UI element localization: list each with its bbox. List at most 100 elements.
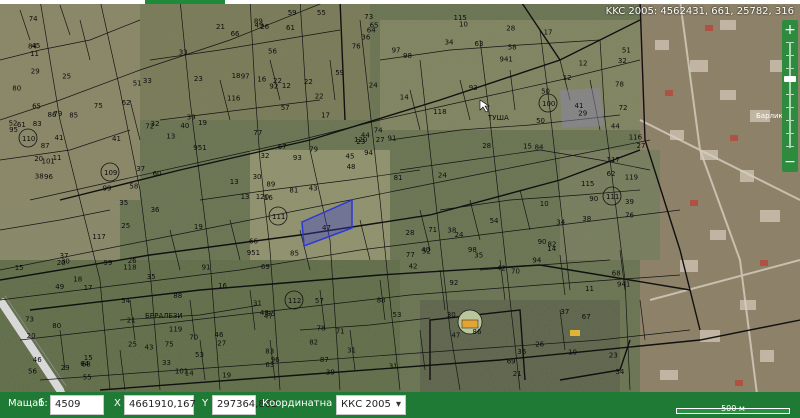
parcel-number: 49 [255, 21, 264, 29]
parcel-number: 50 [541, 87, 550, 95]
coordinate-readout: KKC 2005: 4562431, 661, 25782, 316 [605, 6, 794, 17]
parcel-number: 118 [433, 108, 446, 116]
parcel-number: 117 [92, 233, 105, 241]
parcel-number: 17 [321, 112, 330, 120]
parcel-number: 71 [428, 226, 437, 234]
parcel-number: 26 [535, 340, 544, 348]
parcel-number: 941 [500, 56, 513, 64]
zone-label: 110 [22, 135, 35, 143]
parcel-number: 36 [517, 348, 526, 356]
parcel-number: 17 [544, 28, 553, 36]
parcel-number: 72 [619, 104, 628, 112]
parcel-number: 84 [535, 143, 544, 151]
parcel-number: 24 [369, 81, 378, 89]
parcel-number: 18 [73, 275, 82, 283]
zoom-in-button[interactable]: + [782, 22, 798, 38]
zoom-out-button[interactable]: − [782, 154, 798, 170]
parcel-number: 17 [84, 284, 93, 292]
zone-label: 111 [272, 213, 285, 221]
parcel-number: 74 [374, 127, 383, 135]
cadastral-map[interactable]: 110 109 111 112 111 100 47 ТУША БЕРАЛЕЗИ… [0, 0, 800, 418]
y-label: Y [202, 398, 209, 409]
parcel-number: 41 [112, 135, 121, 143]
coord-system-select[interactable]: ККС 2005 ▾ [336, 395, 406, 415]
parcel-number: 21 [513, 370, 522, 378]
parcel-number: 14 [400, 93, 409, 101]
parcel-number: 69 [261, 263, 270, 271]
parcel-number: 56 [28, 367, 37, 375]
parcel-number: 60 [153, 170, 162, 178]
parcel-number: 39 [187, 114, 196, 122]
parcel-number: 25 [62, 72, 71, 80]
parcel-number: 46 [33, 356, 42, 364]
chevron-down-icon: ▾ [395, 399, 401, 410]
parcel-number: 18 [232, 72, 241, 80]
parcel-number: 54 [490, 217, 499, 225]
parcel-number: 58 [129, 183, 138, 191]
parcel-number: 28 [406, 229, 415, 237]
parcel-number: 96 [44, 173, 53, 181]
parcel-number: 63 [475, 40, 484, 48]
parcel-number: 87 [320, 356, 329, 364]
parcel-number: 45 [346, 153, 355, 161]
parcel-number: 49 [55, 283, 64, 291]
parcel-number: 61 [17, 121, 26, 129]
parcel-number: 78 [317, 325, 326, 333]
parcel-number: 28 [506, 24, 515, 32]
parcel-number: 33 [179, 48, 188, 56]
parcel-number: 51 [622, 47, 631, 55]
zoom-slider-handle[interactable] [784, 76, 796, 83]
parcel-number: 80 [12, 85, 21, 93]
parcel-number: 57 [281, 104, 290, 112]
scale-bar-label: 500 м [721, 404, 745, 413]
y-coordinate-input[interactable]: 297364,862 [212, 395, 277, 415]
parcel-number: 90 [589, 195, 598, 203]
zone-label: 112 [288, 297, 301, 305]
parcel-number: 67 [582, 313, 591, 321]
parcel-number: 41 [55, 134, 64, 142]
parcel-number: 97 [392, 47, 401, 55]
parcel-number: 22 [304, 78, 313, 86]
parcel-number: 16 [218, 282, 227, 290]
parcel-number: 54 [121, 297, 130, 305]
parcel-number: 36 [361, 34, 370, 42]
parcel-number: 73 [364, 13, 373, 21]
scale-input[interactable]: 4509 [50, 395, 104, 415]
parcel-number: 73 [25, 316, 34, 324]
x-coordinate-input[interactable]: 4661910,167 [124, 395, 196, 415]
parcel-number: 75 [94, 102, 103, 110]
parcel-number: 91 [388, 134, 397, 142]
parcel-number: 20 [34, 155, 43, 163]
parcel-number: 10 [568, 348, 577, 356]
parcel-number: 44 [611, 123, 620, 131]
parcel-number: 27 [217, 340, 226, 348]
region-label-beralezi: БЕРАЛЕЗИ [145, 312, 183, 320]
zoom-track[interactable] [789, 42, 791, 148]
parcel-number: 22 [315, 93, 324, 101]
parcel-number: 74 [29, 15, 38, 23]
parcel-number: 119 [625, 173, 638, 181]
parcel-number: 116 [227, 95, 241, 103]
parcel-number: 55 [317, 9, 326, 17]
zoom-control[interactable]: + − [782, 20, 798, 172]
parcel-number: 34 [556, 219, 565, 227]
parcel-number: 29 [578, 110, 587, 118]
parcel-number: 58 [508, 43, 517, 51]
parcel-number: 47 [451, 332, 460, 340]
parcel-number: 85 [69, 111, 78, 119]
parcel-number: 92 [269, 83, 278, 91]
parcel-number: 51 [133, 80, 142, 88]
parcel-number: 34 [615, 368, 624, 376]
parcel-number: 70 [189, 334, 198, 342]
parcel-number: 32 [261, 152, 270, 160]
parcel-number: 10 [459, 20, 468, 28]
parcel-number: 81 [394, 174, 403, 182]
scale-prefix: 1: [38, 398, 48, 409]
parcel-number: 25 [121, 222, 130, 230]
parcel-number: 19 [222, 371, 231, 379]
parcel-number: 101 [42, 157, 55, 165]
parcel-number: 31 [389, 362, 398, 370]
parcel-number: 10 [540, 200, 549, 208]
parcel-number: 36 [151, 206, 160, 214]
parcel-number: 62 [607, 170, 616, 178]
